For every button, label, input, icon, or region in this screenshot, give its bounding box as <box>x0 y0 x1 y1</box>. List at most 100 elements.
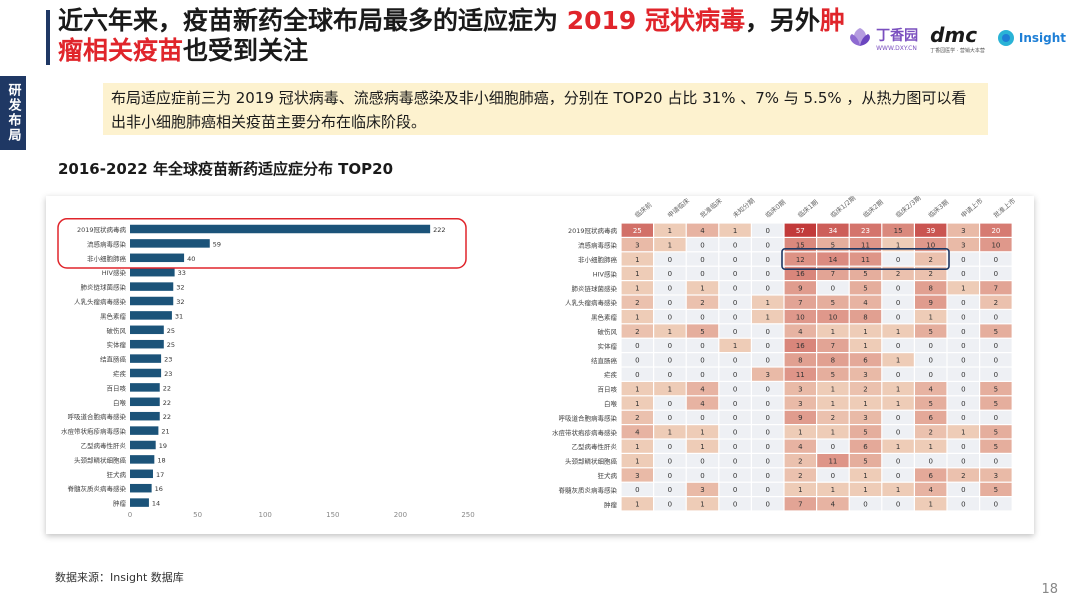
heatmap-cell-value: 4 <box>700 400 705 408</box>
heatmap-cell-value: 1 <box>961 285 965 293</box>
heatmap-cell-value: 0 <box>994 357 998 365</box>
heatmap-cell-value: 0 <box>668 486 672 494</box>
heatmap-cell-value: 2 <box>961 472 965 480</box>
heatmap-cell-value: 2 <box>928 270 932 278</box>
heatmap-cell-value: 0 <box>961 443 965 451</box>
heatmap-cell-value: 0 <box>896 371 900 379</box>
heatmap-cell-value: 0 <box>961 371 965 379</box>
bar-mark <box>130 253 185 263</box>
heatmap-cell-value: 1 <box>635 313 639 321</box>
heatmap-cell-value: 9 <box>798 414 802 422</box>
heatmap-cell-value: 5 <box>994 429 998 437</box>
heatmap-cell-value: 5 <box>994 328 998 336</box>
bar-category-label: 2019冠状病毒病 <box>77 225 127 234</box>
heatmap-cell-value: 0 <box>668 342 672 350</box>
heatmap-cell-value: 1 <box>668 429 672 437</box>
heatmap-cell-value: 5 <box>994 400 998 408</box>
heatmap-cell-value: 5 <box>863 429 867 437</box>
bar-mark <box>130 339 164 349</box>
heatmap-cell-value: 20 <box>991 227 1000 235</box>
bar-mark <box>130 383 160 392</box>
heatmap-cell-value: 0 <box>896 285 900 293</box>
heatmap-cell-value: 1 <box>928 313 932 321</box>
heatmap-column-label: 临床2/3期 <box>894 196 923 220</box>
heatmap-cell-value: 0 <box>928 342 932 350</box>
heatmap-cell-value: 1 <box>896 443 900 451</box>
heatmap-cell-value: 0 <box>733 385 737 393</box>
heatmap-cell-value: 5 <box>994 385 998 393</box>
bar-value-label: 25 <box>167 341 175 349</box>
heatmap-cell-value: 0 <box>961 256 965 264</box>
heatmap-cell-value: 0 <box>765 342 769 350</box>
heatmap-cell-value: 1 <box>831 400 835 408</box>
heatmap-column-label: 未知分期 <box>731 196 757 220</box>
heatmap-row-label: 肺炎链球菌感染 <box>572 284 618 293</box>
heatmap-cell-value: 5 <box>863 285 867 293</box>
heatmap-cell-value: 1 <box>798 486 802 494</box>
heatmap-cell-value: 0 <box>733 357 737 365</box>
heatmap-cell-value: 0 <box>928 371 932 379</box>
insight-circle-icon <box>997 30 1014 46</box>
heatmap-cell-value: 1 <box>733 227 737 235</box>
heatmap-cell-value: 2 <box>896 270 900 278</box>
heatmap-row-label: 实体瘤 <box>598 341 618 350</box>
heatmap-row-label: 非小细胞肺癌 <box>578 255 618 264</box>
heatmap-cell-value: 2 <box>635 328 639 336</box>
heatmap-cell-value: 1 <box>928 443 932 451</box>
bar-value-label: 59 <box>213 240 221 248</box>
heatmap-row-label: 人乳头瘤病毒感染 <box>565 298 618 307</box>
heatmap-cell-value: 1 <box>928 501 932 509</box>
heatmap-cell-value: 0 <box>896 342 900 350</box>
heatmap-column-label: 临床0期 <box>763 197 787 219</box>
heatmap-cell-value: 0 <box>733 328 737 336</box>
x-tick-label: 200 <box>394 511 407 519</box>
bar-mark <box>130 239 210 248</box>
heatmap-cell-value: 3 <box>798 400 802 408</box>
heatmap-cell-value: 4 <box>700 385 705 393</box>
heatmap-cell-value: 10 <box>991 241 1000 249</box>
bar-category-label: 肺炎链球菌感染 <box>81 283 127 292</box>
heatmap-cell-value: 0 <box>733 400 737 408</box>
heatmap-cell-value: 2 <box>831 414 835 422</box>
heatmap-cell-value: 0 <box>700 457 704 465</box>
heatmap-cell-value: 5 <box>928 400 932 408</box>
heatmap-cell-value: 1 <box>831 486 835 494</box>
heatmap-cell-value: 1 <box>635 285 639 293</box>
heatmap-cell-value: 3 <box>798 385 802 393</box>
dmc-logo-name: dmc <box>930 22 978 47</box>
heatmap-cell-value: 9 <box>928 299 932 307</box>
heatmap-cell-value: 0 <box>994 414 998 422</box>
heatmap-cell-value: 0 <box>928 357 932 365</box>
heatmap-cell-value: 0 <box>961 328 965 336</box>
heatmap-cell-value: 1 <box>668 328 672 336</box>
bar-category-label: 水痘带状疱疹病毒感染 <box>61 427 127 436</box>
heatmap-cell-value: 1 <box>635 501 639 509</box>
heatmap-cell-value: 1 <box>733 342 737 350</box>
heatmap-column-label: 临床2期 <box>861 197 885 219</box>
heatmap-cell-value: 1 <box>831 328 835 336</box>
heatmap-cell-value: 0 <box>733 501 737 509</box>
heatmap-column-label: 临床3期 <box>926 197 950 219</box>
heatmap-cell-value: 3 <box>863 414 867 422</box>
heatmap-cell-value: 2 <box>994 299 998 307</box>
heatmap-cell-value: 0 <box>994 270 998 278</box>
heatmap-cell-value: 8 <box>863 313 867 321</box>
heatmap-cell-value: 0 <box>896 501 900 509</box>
heatmap-cell-value: 0 <box>961 400 965 408</box>
heatmap-cell-value: 1 <box>863 328 867 336</box>
heatmap-row-label: 乙型病毒性肝炎 <box>572 442 618 451</box>
heatmap-cell-value: 0 <box>765 429 769 437</box>
heatmap-cell-value: 8 <box>798 357 802 365</box>
heatmap-cell-value: 4 <box>700 227 705 235</box>
heatmap-cell-value: 1 <box>863 342 867 350</box>
heatmap-row-label: 疟疾 <box>604 370 618 379</box>
heatmap-column-label: 批准临床 <box>698 196 724 220</box>
heatmap-cell-value: 1 <box>765 299 769 307</box>
heatmap-cell-value: 5 <box>700 328 704 336</box>
bar-mark <box>130 224 431 234</box>
bar-value-label: 33 <box>178 269 186 277</box>
bar-category-label: 结直肠癌 <box>100 355 127 364</box>
heatmap-cell-value: 15 <box>894 227 903 235</box>
logo-group: 丁香园 WWW.DXY.CN dmc 丁香园医学 · 营销大本营 Insight <box>848 22 1066 54</box>
title-text-1: 近六年来，疫苗新药全球布局最多的适应症为 <box>58 6 567 35</box>
